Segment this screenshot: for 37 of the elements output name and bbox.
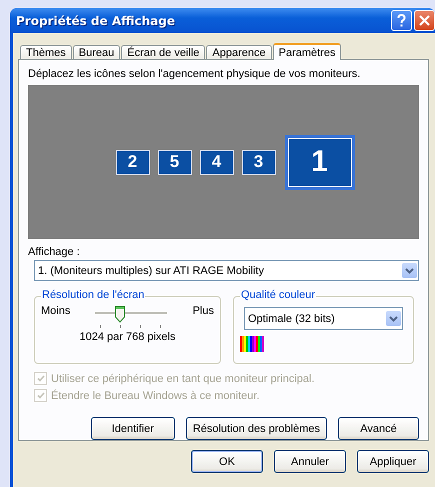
monitor-tile[interactable]: 4 (200, 150, 234, 174)
tab[interactable]: Bureau (72, 45, 120, 60)
checkbox-label: Étendre le Bureau Windows à ce moniteur. (51, 390, 260, 402)
group-title: Résolution de l'écran (41, 289, 146, 301)
window-title: Propriétés de Affichage (16, 14, 176, 28)
panel-button[interactable]: Avancé (338, 417, 419, 440)
checkmark-icon (36, 392, 44, 399)
display-label: Affichage : (28, 246, 81, 258)
instructions-text: Déplacez les icônes selon l'agencement physique de vos moniteurs. (28, 68, 362, 80)
monitor-tile[interactable]: 5 (158, 150, 192, 174)
resolution-reading: 1024 par 768 pixels (78, 331, 176, 343)
question-mark-icon (397, 14, 406, 27)
close-icon (419, 15, 430, 26)
group-title: Qualité couleur (240, 289, 316, 301)
color-spectrum-icon (240, 336, 264, 352)
tab[interactable]: Thèmes (20, 45, 72, 60)
close-button[interactable] (414, 10, 435, 31)
monitor-tile[interactable]: 3 (242, 150, 276, 174)
color-quality-dropdown[interactable]: Optimale (32 bits) (244, 307, 403, 330)
dialog-button[interactable]: Annuler (274, 450, 346, 473)
checkbox-label: Utiliser ce périphérique en tant que moniteur principal. (51, 372, 315, 384)
monitor-tile[interactable]: 2 (116, 150, 150, 174)
panel-button[interactable]: Identifier (90, 417, 175, 440)
caret-icon (405, 268, 414, 274)
display-dropdown[interactable]: 1. (Moniteurs multiples) sur ATI RAGE Mobility (34, 260, 419, 281)
tab[interactable]: Apparence (206, 45, 272, 60)
checkmark-icon (36, 375, 44, 382)
tab[interactable]: Écran de veille (121, 45, 206, 60)
tab[interactable]: Paramètres (272, 43, 342, 60)
help-button[interactable] (391, 10, 412, 31)
caret-icon (389, 316, 398, 322)
slider-thumb[interactable] (115, 306, 126, 323)
max-label: Plus (192, 305, 214, 317)
panel-button[interactable]: Résolution des problèmes (186, 417, 327, 440)
min-label: Moins (41, 305, 70, 317)
dialog-button[interactable]: OK (191, 450, 263, 473)
dialog-button[interactable]: Appliquer (357, 450, 429, 473)
